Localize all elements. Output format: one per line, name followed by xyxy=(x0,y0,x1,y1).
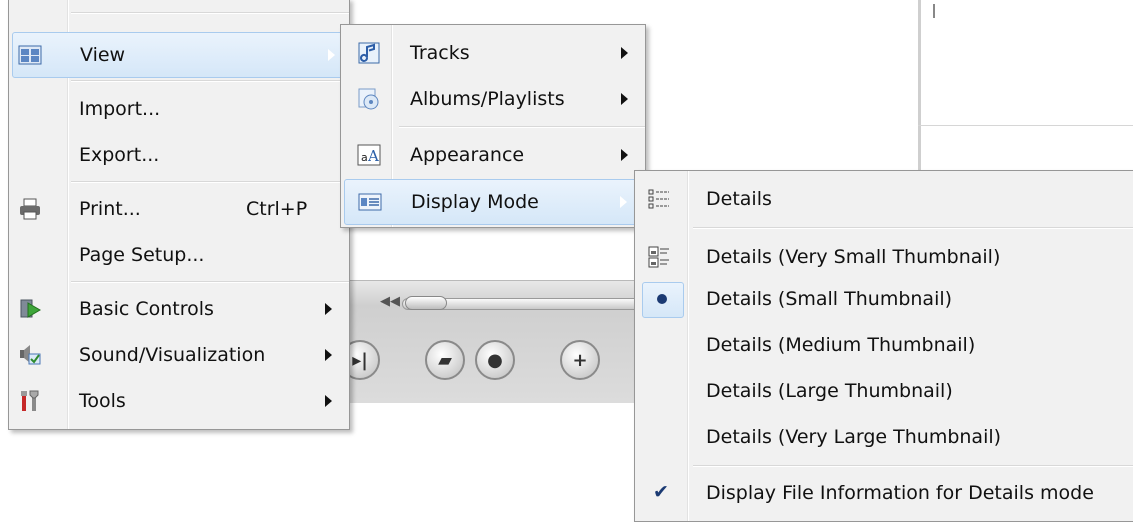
menu-item-label: Albums/Playlists xyxy=(410,88,565,110)
view-submenu: Tracks Albums/Playlists a A Appearance D… xyxy=(340,24,646,228)
menu-item-label: View xyxy=(80,44,126,66)
menu-item-label: Print... xyxy=(79,198,141,220)
display-mode-icon xyxy=(358,193,382,211)
menu-item-print[interactable]: Print... Ctrl+P xyxy=(12,187,346,231)
printer-icon xyxy=(20,198,40,220)
details-list-icon xyxy=(648,189,669,209)
track-list-pane xyxy=(918,0,1133,170)
menu-item-tools[interactable]: Tools xyxy=(12,379,346,423)
menu-separator xyxy=(71,181,349,183)
details-thumbnail-icon xyxy=(648,246,669,268)
submenu-arrow-icon xyxy=(621,149,628,161)
pane-marker xyxy=(933,4,935,18)
seek-slider-knob[interactable] xyxy=(405,296,447,310)
menu-item-display-file-information[interactable]: Display File Information for Details mod… xyxy=(638,471,1133,515)
menu-item-label: Sound/Visualization xyxy=(79,344,266,366)
submenu-arrow-icon xyxy=(621,93,628,105)
menu-item-albums-playlists[interactable]: Albums/Playlists xyxy=(344,77,642,121)
svg-text:a: a xyxy=(361,151,368,164)
menu-item-label: Details (Medium Thumbnail) xyxy=(706,334,976,356)
menu-separator xyxy=(693,227,1133,229)
menu-item-label: Details (Very Large Thumbnail) xyxy=(706,426,1002,448)
menu-separator xyxy=(71,281,349,283)
menu-item-import[interactable]: Import... xyxy=(12,87,346,131)
menu-separator xyxy=(71,12,349,14)
menu-item-details-small-thumbnail[interactable]: Details (Small Thumbnail) xyxy=(638,277,1133,321)
menu-item-basic-controls[interactable]: Basic Controls xyxy=(12,287,346,331)
next-icon: ▸| xyxy=(352,349,368,371)
plus-icon: + xyxy=(572,349,588,371)
menu-item-label: Details (Small Thumbnail) xyxy=(706,288,953,310)
menu-item-appearance[interactable]: a A Appearance xyxy=(344,133,642,177)
open-file-button[interactable]: ▰ xyxy=(425,340,465,380)
menu-item-label: Page Setup... xyxy=(79,244,205,266)
submenu-arrow-icon xyxy=(325,303,332,315)
menu-item-details[interactable]: Details xyxy=(638,177,1133,221)
rewind-icon[interactable]: ◀◀ xyxy=(380,294,400,309)
menu-item-label: Details (Large Thumbnail) xyxy=(706,380,953,402)
menu-separator xyxy=(71,80,349,82)
sound-visualization-icon xyxy=(20,345,41,365)
appearance-icon: a A xyxy=(357,144,381,166)
menu-item-details-medium-thumbnail[interactable]: Details (Medium Thumbnail) xyxy=(638,323,1133,367)
menu-item-label: Appearance xyxy=(410,144,525,166)
menu-item-details-very-small-thumbnail[interactable]: Details (Very Small Thumbnail) xyxy=(638,235,1133,279)
tracks-icon xyxy=(358,42,380,64)
menu-item-details-large-thumbnail[interactable]: Details (Large Thumbnail) xyxy=(638,369,1133,413)
menu-separator xyxy=(693,465,1133,467)
menu-item-label: Details xyxy=(706,188,772,210)
menu-item-sound-visualization[interactable]: Sound/Visualization xyxy=(12,333,346,377)
pane-divider xyxy=(918,125,1133,126)
menu-item-label: Export... xyxy=(79,144,160,166)
submenu-arrow-icon xyxy=(621,47,628,59)
folder-icon: ▰ xyxy=(438,349,452,371)
menu-item-label: Details (Very Small Thumbnail) xyxy=(706,246,1001,268)
display-mode-submenu: Details Details (Very Small Thumbnail) D… xyxy=(634,170,1133,522)
menu-separator xyxy=(399,126,645,128)
menu-item-export[interactable]: Export... xyxy=(12,133,346,177)
add-button[interactable]: + xyxy=(560,340,600,380)
view-grid-icon xyxy=(18,45,42,65)
menu-item-view[interactable]: View xyxy=(12,32,346,78)
menu-item-label: Import... xyxy=(79,98,161,120)
submenu-arrow-icon xyxy=(620,196,627,208)
menu-item-label: Basic Controls xyxy=(79,298,214,320)
basic-controls-icon xyxy=(20,299,41,318)
menu-item-display-mode[interactable]: Display Mode xyxy=(344,179,642,225)
record-button[interactable]: ● xyxy=(475,340,515,380)
menu-item-label: Tools xyxy=(79,390,126,412)
submenu-arrow-icon xyxy=(325,395,332,407)
submenu-arrow-icon xyxy=(328,49,335,61)
tools-icon xyxy=(21,390,39,411)
record-icon: ● xyxy=(487,349,503,371)
albums-icon xyxy=(358,88,379,110)
svg-text:A: A xyxy=(367,147,379,165)
submenu-arrow-icon xyxy=(325,349,332,361)
menu-item-tracks[interactable]: Tracks xyxy=(344,31,642,75)
menu-item-page-setup[interactable]: Page Setup... xyxy=(12,233,346,277)
main-menu: View Import... Export... Print... Ctrl+P… xyxy=(8,0,350,430)
menu-item-details-very-large-thumbnail[interactable]: Details (Very Large Thumbnail) xyxy=(638,415,1133,459)
menu-item-shortcut: Ctrl+P xyxy=(246,198,308,220)
menu-item-label: Display File Information for Details mod… xyxy=(706,482,1094,504)
menu-item-label: Display Mode xyxy=(411,191,539,213)
menu-item-label: Tracks xyxy=(410,42,470,64)
